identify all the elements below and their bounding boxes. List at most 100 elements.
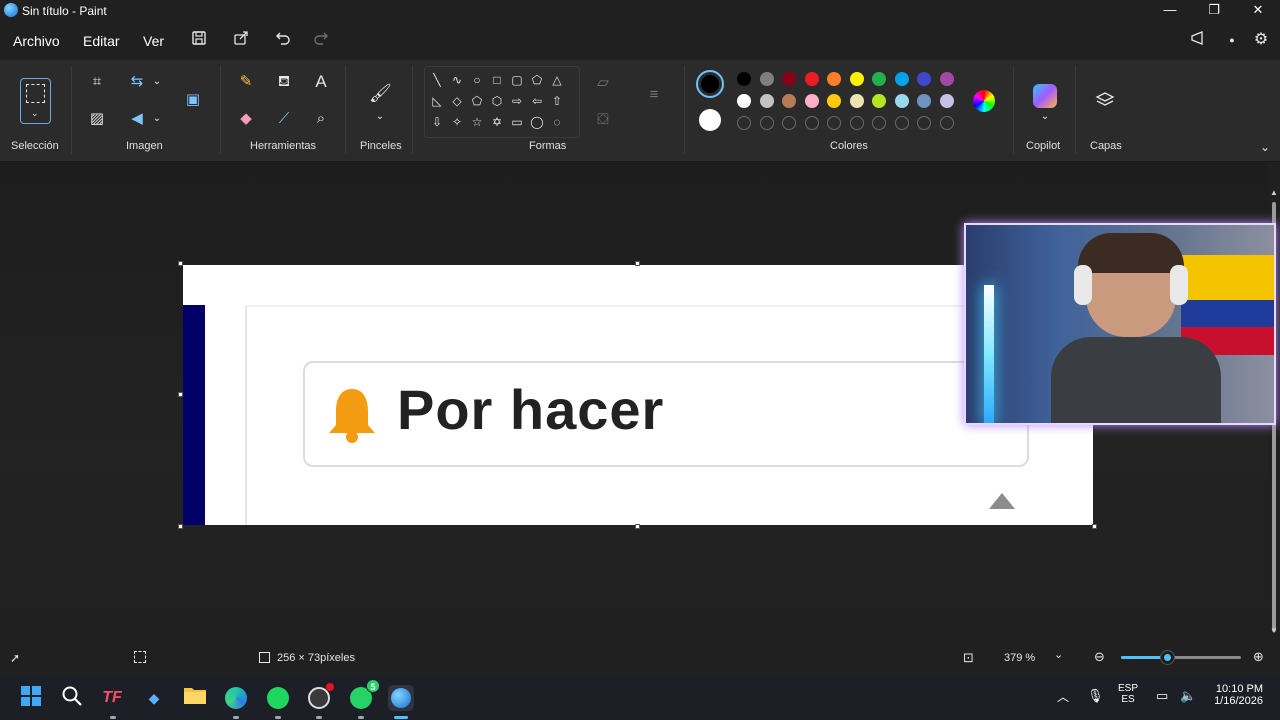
custom-color-slot[interactable] [827, 116, 841, 130]
palette-swatch[interactable] [872, 94, 886, 108]
custom-color-slot[interactable] [872, 116, 886, 130]
palette-swatch[interactable] [827, 72, 841, 86]
edge-browser-icon[interactable] [223, 685, 249, 711]
obs-icon[interactable] [306, 683, 334, 711]
resize-handle[interactable] [1092, 524, 1097, 529]
rect-callout-shape-icon[interactable]: ▭ [509, 114, 525, 130]
menu-ver[interactable]: Ver [143, 33, 164, 49]
palette-swatch[interactable] [804, 94, 819, 108]
chevron-down-icon[interactable]: ⌄ [146, 71, 168, 93]
windows-start-icon[interactable] [18, 685, 44, 711]
crop-icon[interactable]: ⌗ [86, 71, 108, 93]
undo-icon[interactable] [273, 30, 293, 50]
up-arrow-shape-icon[interactable]: ⇧ [549, 93, 565, 109]
scroll-down-icon[interactable]: ▼ [1270, 626, 1278, 635]
custom-color-slot[interactable] [939, 116, 954, 130]
chevron-down-icon[interactable]: ⌄ [1034, 106, 1056, 128]
rectangle-shape-icon[interactable]: □ [489, 72, 505, 88]
file-explorer-icon[interactable] [182, 685, 208, 711]
menu-archivo[interactable]: Archivo [13, 33, 60, 49]
tf-app-icon[interactable]: TF [99, 685, 125, 711]
minimize-button[interactable]: — [1148, 0, 1192, 22]
microphone-icon[interactable]: 🎙 [1087, 688, 1104, 704]
magnifier-icon[interactable]: ⌕ [310, 108, 332, 130]
selection-button[interactable]: ⌄ [20, 78, 51, 124]
primary-color-swatch[interactable] [696, 70, 724, 98]
custom-color-slot[interactable] [849, 116, 864, 130]
rotate-icon[interactable]: ◀ [126, 108, 148, 130]
custom-color-slot[interactable] [804, 116, 819, 130]
spotify-icon[interactable] [265, 685, 291, 711]
custom-color-slot[interactable] [894, 116, 909, 130]
resize-icon[interactable]: ⇆ [126, 71, 148, 93]
custom-color-slot[interactable] [917, 116, 931, 130]
resize-handle[interactable] [178, 392, 183, 397]
six-point-star-shape-icon[interactable]: ✡ [489, 114, 505, 130]
layers-icon[interactable] [1094, 90, 1116, 112]
palette-swatch[interactable] [759, 72, 774, 86]
palette-swatch[interactable] [782, 94, 796, 108]
fill-bucket-icon[interactable]: ⛾ [273, 71, 295, 93]
redo-icon[interactable] [311, 30, 331, 50]
down-arrow-shape-icon[interactable]: ⇩ [429, 114, 445, 130]
scroll-up-icon[interactable]: ▲ [1270, 188, 1278, 197]
eraser-icon[interactable]: ◆ [235, 108, 257, 130]
palette-swatch[interactable] [939, 72, 954, 86]
palette-swatch[interactable] [759, 94, 774, 108]
custom-color-slot[interactable] [737, 116, 751, 130]
zoom-slider-thumb[interactable] [1160, 651, 1174, 664]
menu-editar[interactable]: Editar [83, 33, 120, 49]
feedback-icon[interactable] [1188, 30, 1208, 50]
dev-tool-app-icon[interactable]: ◆ [141, 685, 167, 711]
palette-swatch[interactable] [894, 72, 909, 86]
secondary-color-swatch[interactable] [699, 109, 721, 131]
resize-handle[interactable] [635, 261, 640, 266]
right-triangle-shape-icon[interactable]: ◺ [429, 93, 445, 109]
zoom-in-icon[interactable]: ⊕ [1253, 649, 1264, 665]
right-arrow-shape-icon[interactable]: ⇨ [509, 93, 525, 109]
zoom-value[interactable]: 379 % [1004, 652, 1035, 664]
paint-taskbar-icon[interactable] [388, 685, 414, 711]
custom-color-slot[interactable] [759, 116, 774, 130]
palette-swatch[interactable] [917, 94, 931, 108]
line-shape-icon[interactable]: ╲ [429, 72, 445, 88]
palette-swatch[interactable] [872, 72, 886, 86]
cloud-callout-shape-icon[interactable]: ◌ [549, 114, 565, 130]
drawing-canvas[interactable]: Por hacer [183, 265, 1093, 525]
left-arrow-shape-icon[interactable]: ⇦ [529, 93, 545, 109]
close-button[interactable]: ✕ [1236, 0, 1280, 22]
settings-gear-icon[interactable]: ⚙ [1251, 30, 1271, 50]
oval-shape-icon[interactable]: ○ [469, 72, 485, 88]
remove-background-icon[interactable]: ▨ [86, 108, 108, 130]
custom-color-slot[interactable] [782, 116, 796, 130]
rounded-rectangle-shape-icon[interactable]: ▢ [509, 72, 525, 88]
fit-to-window-icon[interactable]: ⊡ [963, 650, 974, 666]
palette-swatch[interactable] [894, 94, 909, 108]
collapse-ribbon-chevron-icon[interactable]: ⌄ [1254, 136, 1276, 158]
oval-callout-shape-icon[interactable]: ◯ [529, 114, 545, 130]
resize-handle[interactable] [178, 261, 183, 266]
polygon-shape-icon[interactable]: ⬠ [529, 72, 545, 88]
volume-icon[interactable]: 🔈 [1180, 688, 1196, 704]
pencil-icon[interactable]: ✎ [235, 71, 257, 93]
curve-shape-icon[interactable]: ∿ [449, 72, 465, 88]
chevron-down-icon[interactable]: ⌄ [369, 106, 391, 128]
resize-handle[interactable] [635, 524, 640, 529]
palette-swatch[interactable] [737, 94, 751, 108]
palette-swatch[interactable] [782, 72, 796, 86]
triangle-shape-icon[interactable]: △ [549, 72, 565, 88]
zoom-dropdown-chevron-icon[interactable]: ⌄ [1054, 648, 1063, 661]
size-icon[interactable]: ≡ [643, 84, 665, 106]
color-picker-icon[interactable]: ⟋ [273, 108, 295, 130]
palette-swatch[interactable] [849, 94, 864, 108]
diamond-shape-icon[interactable]: ◇ [449, 93, 465, 109]
palette-swatch[interactable] [737, 72, 751, 86]
fill-icon[interactable]: ⛋ [592, 109, 614, 131]
five-point-star-shape-icon[interactable]: ☆ [469, 114, 485, 130]
zoom-slider[interactable] [1121, 651, 1241, 664]
share-icon[interactable] [231, 30, 251, 50]
pentagon-shape-icon[interactable]: ⬠ [469, 93, 485, 109]
text-tool-icon[interactable]: A [310, 71, 332, 93]
outline-icon[interactable]: ▱ [592, 72, 614, 94]
search-icon[interactable] [59, 685, 85, 711]
